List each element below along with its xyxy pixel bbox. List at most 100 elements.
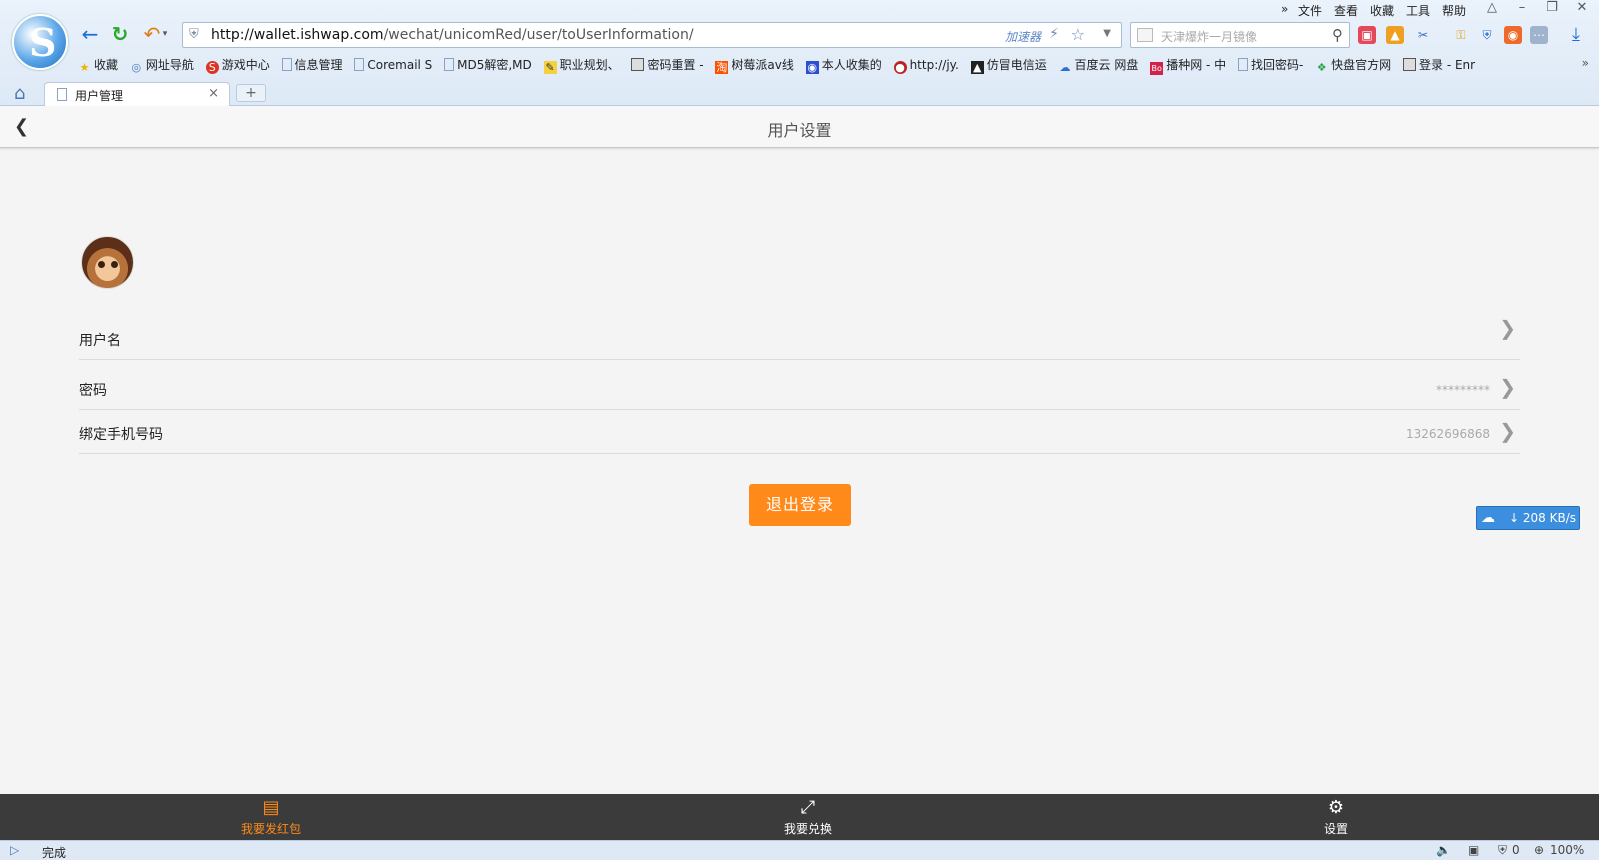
- download-icon[interactable]: ⤓: [1572, 24, 1580, 45]
- star-icon[interactable]: ☆: [1071, 25, 1085, 44]
- row-label: 密码: [79, 383, 107, 399]
- accelerator-link[interactable]: 加速器: [1005, 28, 1041, 45]
- bookmark-item[interactable]: 密码重置 -: [631, 56, 704, 74]
- status-text: 完成: [42, 846, 67, 860]
- bookmark-label: 百度云 网盘: [1074, 58, 1139, 72]
- back-icon[interactable]: ←: [78, 22, 102, 46]
- nav-settings[interactable]: ⚙ 设置: [1276, 794, 1396, 840]
- image-icon: [1403, 58, 1417, 71]
- bookmark-item[interactable]: MD5解密,MD: [444, 56, 532, 74]
- star-icon: ★: [79, 61, 90, 74]
- bookmark-item[interactable]: ☁ 百度云 网盘: [1059, 56, 1139, 74]
- bookmark-label: 密码重置 -: [647, 58, 704, 72]
- minimize-icon[interactable]: –: [1512, 0, 1532, 15]
- bookmarks-more-icon[interactable]: »: [1582, 56, 1589, 70]
- close-window-icon[interactable]: ✕: [1572, 0, 1592, 15]
- skin-icon[interactable]: △: [1482, 0, 1502, 15]
- bookmark-label: 登录 - Enr: [1419, 58, 1476, 72]
- paw-icon: ◉: [805, 61, 819, 74]
- page-header: ❮ 用户设置: [0, 106, 1599, 148]
- menu-tools[interactable]: 工具: [1406, 2, 1430, 19]
- refresh-icon[interactable]: ↻: [108, 22, 132, 46]
- page-title: 用户设置: [767, 121, 832, 140]
- translate-icon[interactable]: ▲: [1386, 26, 1404, 44]
- taobao-icon: 淘: [715, 61, 729, 74]
- row-username[interactable]: 用户名 ❯: [79, 316, 1520, 360]
- bookmark-item[interactable]: Coremail S: [354, 56, 432, 74]
- bookmark-item[interactable]: ❖ 快盘官方网: [1315, 56, 1391, 74]
- zoom-icon[interactable]: ⊕: [1534, 843, 1544, 857]
- tab-user-management[interactable]: 用户管理 ×: [44, 82, 230, 106]
- home-icon[interactable]: ⌂: [14, 83, 25, 104]
- edit-icon: ✎: [543, 61, 557, 74]
- key-icon[interactable]: ⚿: [1452, 26, 1470, 44]
- cloud-icon: ☁: [1059, 61, 1071, 74]
- search-placeholder: 天津爆炸一月镜像: [1161, 30, 1258, 44]
- zoom-level[interactable]: 100%: [1550, 843, 1584, 857]
- address-url[interactable]: http://wallet.ishwap.com/wechat/unicomRe…: [211, 27, 694, 43]
- volume-icon[interactable]: 🔈: [1436, 843, 1451, 857]
- shield-icon[interactable]: ⛨: [1498, 843, 1507, 858]
- undo-dropdown-icon[interactable]: ▾: [160, 22, 170, 46]
- row-password[interactable]: 密码 ********* ❯: [79, 366, 1520, 410]
- scissors-icon[interactable]: ✂: [1414, 26, 1432, 44]
- page-icon: [1238, 58, 1248, 71]
- menu-help[interactable]: 帮助: [1442, 2, 1466, 19]
- bo-icon: Bo: [1150, 62, 1164, 75]
- security-icon[interactable]: ⛨: [1478, 26, 1496, 44]
- nav-exchange[interactable]: ⤢ 我要兑换: [748, 794, 868, 840]
- weibo-icon[interactable]: ◉: [1504, 26, 1522, 44]
- chevron-right-icon: ❯: [1499, 419, 1516, 443]
- bookmark-item[interactable]: 找回密码-: [1238, 56, 1303, 74]
- menu-file[interactable]: 文件: [1298, 2, 1322, 19]
- row-value: *********: [1436, 383, 1490, 397]
- address-dropdown-icon[interactable]: ▼: [1103, 28, 1111, 39]
- restore-icon[interactable]: ❐: [1542, 0, 1562, 15]
- nav-send-red-envelope[interactable]: ▤ 我要发红包: [211, 794, 331, 840]
- bookmark-item[interactable]: Bo 播种网 - 中: [1150, 56, 1226, 75]
- tab-strip: ⌂ 用户管理 × +: [0, 80, 1599, 106]
- net-speed-widget[interactable]: ☁ ↓ 208 KB/s: [1476, 506, 1580, 530]
- bookmark-label: 职业规划、: [559, 58, 620, 72]
- sidebar-toggle-icon[interactable]: ▷: [10, 843, 19, 857]
- site-icon: ▲: [970, 61, 984, 74]
- briefcase-icon[interactable]: ▣: [1468, 843, 1479, 857]
- lightning-icon[interactable]: ⚡: [1049, 26, 1059, 42]
- bookmark-item[interactable]: S 游戏中心: [205, 56, 270, 74]
- nav-label: 设置: [1323, 822, 1348, 836]
- bookmark-item[interactable]: 信息管理: [281, 56, 343, 74]
- bookmark-label: 网址导航: [145, 58, 194, 72]
- page-icon: [354, 58, 365, 71]
- bookmark-item[interactable]: ◎ 网址导航: [130, 56, 194, 74]
- gear-icon: ⚙: [1327, 797, 1345, 818]
- search-box[interactable]: 天津爆炸一月镜像 ⚲: [1130, 22, 1350, 48]
- exchange-icon: ⤢: [800, 797, 816, 818]
- url-path: /wechat/unicomRed/user/toUserInformation…: [383, 27, 694, 43]
- bookmark-label: 找回密码-: [1251, 58, 1304, 72]
- chevron-right-icon: ❯: [1499, 316, 1516, 340]
- new-tab-button[interactable]: +: [236, 84, 266, 102]
- status-bar: ▷ 完成 🔈 ▣ ⛨ 0 ⊕ 100%: [0, 840, 1599, 860]
- address-bar[interactable]: ⛨ http://wallet.ishwap.com/wechat/unicom…: [182, 22, 1122, 48]
- bookmark-item[interactable]: 登录 - Enr: [1403, 56, 1475, 74]
- url-host: http://wallet.ishwap.com: [211, 27, 384, 43]
- logout-button[interactable]: 退出登录: [749, 484, 851, 526]
- tab-close-icon[interactable]: ×: [208, 86, 219, 101]
- bookmark-item[interactable]: ● http://jy.: [893, 56, 959, 74]
- bookmark-item[interactable]: ★ 收藏: [78, 56, 118, 74]
- more-tools-icon[interactable]: ⋯: [1530, 26, 1548, 44]
- bookmark-item[interactable]: ◉ 本人收集的: [805, 56, 882, 74]
- cloud-icon: ☁: [1481, 510, 1495, 526]
- screenshot-icon[interactable]: ▣: [1358, 26, 1376, 44]
- bookmark-item[interactable]: ▲ 仿冒电信运: [970, 56, 1047, 74]
- avatar[interactable]: [81, 236, 134, 289]
- menu-view[interactable]: 查看: [1334, 2, 1358, 19]
- bookmark-label: 本人收集的: [821, 58, 882, 72]
- search-icon[interactable]: ⚲: [1332, 26, 1343, 44]
- bookmark-item[interactable]: ✎ 职业规划、: [543, 56, 620, 74]
- bookmark-item[interactable]: 淘树莓派av线: [715, 56, 794, 74]
- search-engine-icon[interactable]: [1137, 28, 1153, 42]
- menu-favorites[interactable]: 收藏: [1370, 2, 1394, 19]
- menu-more-icon[interactable]: »: [1281, 2, 1288, 16]
- row-phone[interactable]: 绑定手机号码 13262696868 ❯: [79, 410, 1520, 454]
